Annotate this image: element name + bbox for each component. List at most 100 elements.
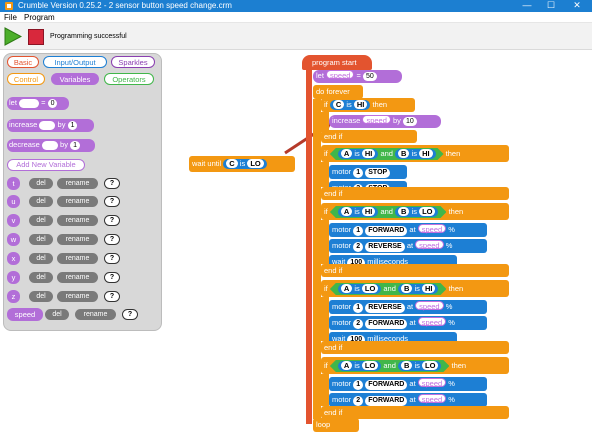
rename-button[interactable]: rename <box>57 234 98 245</box>
sensor-condition: B is HI <box>395 149 436 159</box>
del-button[interactable]: del <box>29 291 53 302</box>
del-button[interactable]: del <box>29 178 53 189</box>
then-label: then <box>443 149 461 158</box>
add-new-variable-button[interactable]: Add New Variable <box>7 159 85 171</box>
variable-speed[interactable]: speed <box>7 308 43 321</box>
variable-slot[interactable] <box>19 98 40 108</box>
variable-slot[interactable] <box>41 140 58 150</box>
help-button[interactable]: ? <box>104 196 120 207</box>
rename-button[interactable]: rename <box>75 309 116 320</box>
del-button[interactable]: del <box>29 196 53 207</box>
del-button[interactable]: del <box>29 272 53 283</box>
tab-variables[interactable]: Variables <box>51 73 99 85</box>
sensor-b: B <box>398 149 409 158</box>
sensor-a: A <box>341 149 352 158</box>
motor-2-block[interactable]: motor 2 FORWARD at speed % <box>329 316 487 330</box>
close-button[interactable]: ✕ <box>565 0 589 12</box>
if-block[interactable]: if A is HI and B is LO then <box>321 203 509 220</box>
rename-button[interactable]: rename <box>57 253 98 264</box>
del-button[interactable]: del <box>29 215 53 226</box>
del-button[interactable]: del <box>29 234 53 245</box>
forever-stack-bar <box>313 99 321 419</box>
rename-button[interactable]: rename <box>57 196 98 207</box>
increase-label: increase <box>9 120 38 129</box>
by-label: by <box>392 116 401 125</box>
tab-basic[interactable]: Basic <box>7 56 39 68</box>
tab-sparkles[interactable]: Sparkles <box>111 56 155 68</box>
tab-control[interactable]: Control <box>7 73 45 85</box>
help-button[interactable]: ? <box>104 178 120 189</box>
variable-z[interactable]: z <box>7 290 20 303</box>
variable-t[interactable]: t <box>7 177 20 190</box>
menu-program[interactable]: Program <box>24 13 55 22</box>
let-block[interactable]: let = 0 <box>7 97 69 110</box>
let-value[interactable]: 0 <box>47 98 58 108</box>
speed-variable: speed <box>417 317 447 327</box>
minimize-button[interactable]: — <box>515 0 539 12</box>
rename-button[interactable]: rename <box>57 272 98 283</box>
decrease-block[interactable]: decrease by 1 <box>7 139 95 152</box>
variable-u[interactable]: u <box>7 195 20 208</box>
motor-1-block[interactable]: motor 1 FORWARD at speed % <box>329 377 487 391</box>
rename-button[interactable]: rename <box>57 178 98 189</box>
variable-slot[interactable] <box>39 120 56 130</box>
variable-x[interactable]: x <box>7 252 20 265</box>
motor-1-block[interactable]: motor 1 STOP <box>329 165 407 179</box>
run-play-icon[interactable] <box>4 27 23 46</box>
if-block[interactable]: if A is LO and B is HI then <box>321 280 509 297</box>
help-button[interactable]: ? <box>104 215 120 226</box>
variable-y[interactable]: y <box>7 271 20 284</box>
sensor-condition: A is HI <box>338 149 379 159</box>
increment-value[interactable]: 10 <box>403 116 417 126</box>
sensor-condition: C is LO <box>223 159 267 169</box>
if-block[interactable]: if A is LO and B is LO then <box>321 357 509 374</box>
decrease-value[interactable]: 1 <box>70 140 80 150</box>
help-button[interactable]: ? <box>122 309 138 320</box>
let-speed-block[interactable]: let speed = 50 <box>313 70 402 83</box>
motor-number: 2 <box>353 242 364 252</box>
program-start-block[interactable]: program start <box>302 55 372 70</box>
motor-1-block[interactable]: motor 1 REVERSE at speed % <box>329 300 487 314</box>
del-button[interactable]: del <box>45 309 69 320</box>
menu-file[interactable]: File <box>4 13 17 22</box>
motor-2-block[interactable]: motor 2 FORWARD at speed % <box>329 393 487 407</box>
del-button[interactable]: del <box>29 253 53 264</box>
state-hi: HI <box>353 100 368 109</box>
variable-w[interactable]: w <box>7 233 20 246</box>
motor-2-block[interactable]: motor 2 REVERSE at speed % <box>329 239 487 253</box>
window-title: Crumble Version 0.25.2 - 2 sensor button… <box>18 1 232 10</box>
if-block[interactable]: if A is HI and B is HI then <box>321 145 509 162</box>
state-lo: LO <box>419 207 435 216</box>
rename-button[interactable]: rename <box>57 215 98 226</box>
increase-speed-block[interactable]: increase speed by 10 <box>329 115 441 128</box>
help-button[interactable]: ? <box>104 291 120 302</box>
sensor-condition: B is LO <box>398 361 441 371</box>
maximize-button[interactable]: ☐ <box>539 0 563 12</box>
state-hi: HI <box>419 149 433 158</box>
speed-value[interactable]: 50 <box>363 71 377 81</box>
variable-v[interactable]: v <box>7 214 20 227</box>
state-hi: HI <box>362 149 376 158</box>
if-label: if <box>324 149 330 158</box>
rename-button[interactable]: rename <box>57 291 98 302</box>
stop-icon[interactable] <box>28 29 44 45</box>
sensor-a: A <box>341 207 352 216</box>
wait-until-block[interactable]: wait until C is LO <box>189 156 295 172</box>
end-if-block: end if <box>321 341 509 354</box>
help-button[interactable]: ? <box>104 272 120 283</box>
do-forever-block[interactable]: do forever <box>313 85 363 99</box>
if-c-hi-block[interactable]: if C is HI then <box>321 98 415 112</box>
help-button[interactable]: ? <box>104 234 120 245</box>
increase-block[interactable]: increase by 1 <box>7 119 94 132</box>
tab-operators[interactable]: Operators <box>104 73 154 85</box>
is-label: is <box>239 159 246 168</box>
then-label: then <box>446 284 464 293</box>
increase-value[interactable]: 1 <box>67 120 78 130</box>
equals-label: = <box>356 71 361 80</box>
help-button[interactable]: ? <box>104 253 120 264</box>
and-condition: A is LO and B is LO <box>330 360 450 372</box>
motor-1-block[interactable]: motor 1 FORWARD at speed % <box>329 223 487 237</box>
tab-input-output[interactable]: Input/Output <box>43 56 107 68</box>
sensor-condition: A is LO <box>338 361 381 371</box>
and-condition: A is LO and B is HI <box>330 283 447 295</box>
